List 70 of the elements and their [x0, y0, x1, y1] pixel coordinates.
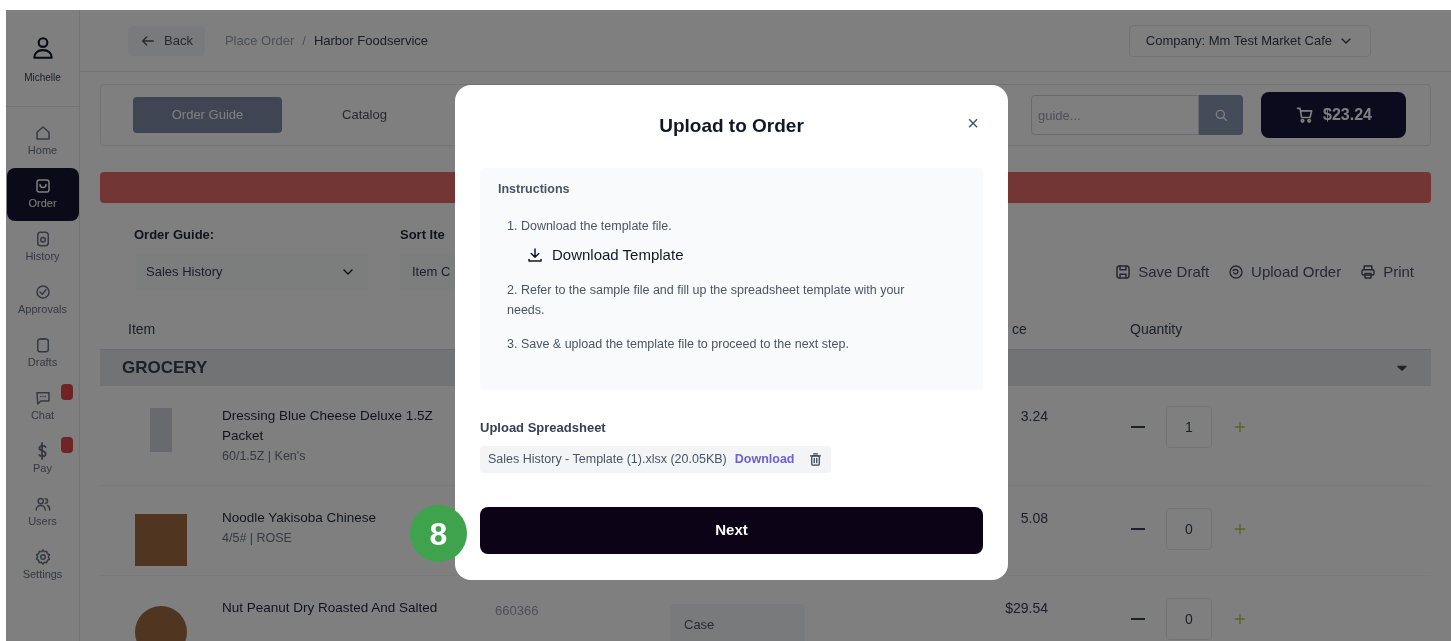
- cart-button[interactable]: $23.24: [1261, 92, 1406, 138]
- product-details: 4/5# | ROSE: [222, 530, 292, 547]
- search-icon: [1213, 107, 1229, 123]
- unit-select[interactable]: Case: [670, 604, 805, 641]
- instruction-step: 2. Refer to the sample file and fill up the spreadsheet template with your needs.: [498, 280, 965, 321]
- price: 5.08: [1020, 509, 1048, 528]
- download-icon: [526, 246, 544, 264]
- next-button[interactable]: Next: [480, 506, 983, 554]
- bag-icon: [33, 177, 52, 196]
- quantity-field[interactable]: 0: [1166, 508, 1212, 550]
- sidebar-item[interactable]: Pay: [6, 433, 79, 486]
- delete-button[interactable]: [808, 451, 824, 467]
- product-name: Noodle Yakisoba Chinese: [222, 509, 377, 527]
- quantity-field[interactable]: 1: [1166, 406, 1212, 448]
- save-icon: [1114, 262, 1133, 281]
- plus-icon: [1232, 521, 1248, 537]
- product-name: Nut Peanut Dry Roasted And Salted: [222, 599, 438, 617]
- plus-icon: [1232, 419, 1248, 435]
- product-name: Dressing Blue Cheese Deluxe 1.5Z Packet: [222, 407, 434, 445]
- sidebar-item[interactable]: Home: [6, 115, 79, 168]
- toolbar-link[interactable]: Print: [1359, 260, 1414, 283]
- dollar-icon: [38, 442, 47, 461]
- product-photo-placeholder: [135, 514, 187, 566]
- tab[interactable]: Order Guide: [133, 97, 282, 133]
- toolbar-link[interactable]: Upload Order: [1227, 260, 1342, 283]
- price: 3.24: [1020, 407, 1048, 426]
- gear-icon: [33, 548, 52, 567]
- upload-label: Upload Spreadsheet: [480, 419, 607, 437]
- user-name: Michelle: [24, 71, 61, 85]
- refresh-circle-icon: [1227, 262, 1246, 281]
- printer-icon: [1359, 262, 1378, 281]
- breadcrumb-separator: /: [302, 31, 306, 50]
- step-number-badge: 8: [410, 505, 467, 562]
- download-template-link[interactable]: Download Template: [526, 243, 684, 267]
- house-icon: [33, 124, 52, 143]
- chat-bubble-icon: [33, 389, 52, 408]
- column-header: ce: [1011, 319, 1028, 339]
- file-name: Sales History - Template (1).xlsx (20.05KB): [488, 450, 727, 468]
- download-link[interactable]: Download: [734, 449, 795, 469]
- close-button[interactable]: ×: [963, 113, 983, 133]
- back-button[interactable]: Back: [128, 25, 205, 56]
- users-icon: [33, 495, 52, 514]
- minus-icon: [1131, 426, 1145, 428]
- instructions-heading: Instructions: [498, 181, 571, 198]
- filter-label: Order Guide:: [134, 226, 216, 244]
- sidebar-item[interactable]: Chat: [6, 380, 79, 433]
- plus-icon: [1232, 611, 1248, 627]
- minus-icon: [1131, 528, 1145, 530]
- check-circle-icon: [33, 283, 52, 302]
- company-select[interactable]: Company: Mm Test Market Cafe: [1128, 24, 1371, 57]
- toolbar-link[interactable]: Save Draft: [1114, 260, 1210, 283]
- sidebar-item[interactable]: Drafts: [6, 327, 79, 380]
- sidebar-item[interactable]: Approvals: [6, 274, 79, 327]
- sidebar-item[interactable]: History: [6, 221, 79, 274]
- trash-icon: [808, 451, 824, 467]
- tab[interactable]: Catalog: [290, 97, 439, 133]
- category-title: GROCERY: [122, 357, 208, 380]
- sidebar-item[interactable]: Order: [6, 168, 79, 221]
- dialog-title: Upload to Order: [659, 114, 804, 139]
- quantity-field[interactable]: 0: [1166, 598, 1212, 640]
- sidebar-item[interactable]: Settings: [6, 539, 79, 592]
- product-details: 60/1.5Z | Ken's: [222, 448, 306, 465]
- instruction-step: 1. Download the template file.: [498, 215, 965, 236]
- minus-icon: [1131, 618, 1145, 620]
- filter-label: Sort Ite: [400, 226, 446, 244]
- sidebar-item[interactable]: Users: [6, 486, 79, 539]
- instruction-step: 3. Save & upload the template file to proceed to the next step.: [498, 334, 965, 355]
- price: $29.54: [1005, 599, 1048, 618]
- column-header: Item: [128, 319, 157, 339]
- column-header: Quantity: [1130, 319, 1183, 339]
